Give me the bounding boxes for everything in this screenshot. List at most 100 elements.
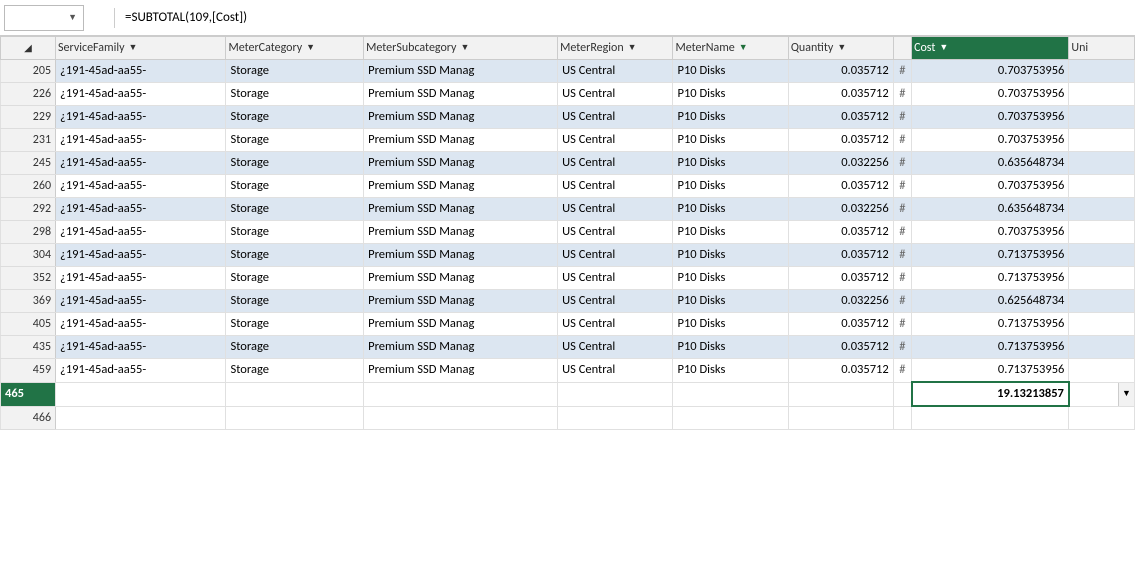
col-header-servicefamily[interactable]: ServiceFamily ▼ xyxy=(56,37,226,60)
cell-metername[interactable]: P10 Disks xyxy=(673,175,788,198)
name-box[interactable]: ▼ xyxy=(4,5,84,31)
cell-metercategory[interactable]: Storage xyxy=(226,60,364,83)
cell-quantity[interactable]: 0.035712 xyxy=(788,221,893,244)
cell-cost[interactable]: 0.713753956 xyxy=(912,336,1069,359)
cell-servicefamily[interactable]: ¿191-45ad-aa55- xyxy=(56,359,226,383)
cell-quantity[interactable]: 0.035712 xyxy=(788,359,893,383)
cell-cost[interactable]: 0.635648734 xyxy=(912,152,1069,175)
cell-metername[interactable]: P10 Disks xyxy=(673,313,788,336)
cell-metername[interactable]: P10 Disks xyxy=(673,267,788,290)
cell-metersubcategory[interactable]: Premium SSD Manag xyxy=(364,290,558,313)
col-header-metername[interactable]: MeterName ▼ xyxy=(673,37,788,60)
cell-servicefamily[interactable]: ¿191-45ad-aa55- xyxy=(56,152,226,175)
col-header-cost[interactable]: Cost ▼ xyxy=(912,37,1069,60)
cell-metersubcategory[interactable]: Premium SSD Manag xyxy=(364,198,558,221)
formula-input[interactable] xyxy=(121,5,1131,31)
cell-meterregion[interactable]: US Central xyxy=(558,198,673,221)
cell-metername[interactable]: P10 Disks xyxy=(673,152,788,175)
cell-meterregion[interactable]: US Central xyxy=(558,175,673,198)
cell-meterregion[interactable]: US Central xyxy=(558,152,673,175)
cell-subtotal-mn[interactable] xyxy=(673,382,788,406)
cell-meterregion[interactable]: US Central xyxy=(558,359,673,383)
cell-cost[interactable]: 0.703753956 xyxy=(912,60,1069,83)
cell-meterregion[interactable]: US Central xyxy=(558,336,673,359)
cell-quantity[interactable]: 0.035712 xyxy=(788,244,893,267)
filter-icon-metersubcategory[interactable]: ▼ xyxy=(460,37,469,59)
cell-subtotal-mr[interactable] xyxy=(558,382,673,406)
cell-metercategory[interactable]: Storage xyxy=(226,290,364,313)
cell-servicefamily[interactable]: ¿191-45ad-aa55- xyxy=(56,198,226,221)
cell-servicefamily[interactable]: ¿191-45ad-aa55- xyxy=(56,290,226,313)
cell-meterregion[interactable]: US Central xyxy=(558,290,673,313)
cell-metername[interactable]: P10 Disks xyxy=(673,359,788,383)
cell-metersubcategory[interactable]: Premium SSD Manag xyxy=(364,83,558,106)
cell-metercategory[interactable]: Storage xyxy=(226,83,364,106)
cell-servicefamily[interactable]: ¿191-45ad-aa55- xyxy=(56,267,226,290)
cell-servicefamily[interactable]: ¿191-45ad-aa55- xyxy=(56,83,226,106)
cell-subtotal-msc[interactable] xyxy=(364,382,558,406)
cell-metersubcategory[interactable]: Premium SSD Manag xyxy=(364,359,558,383)
filter-icon-metercategory[interactable]: ▼ xyxy=(306,37,315,59)
cell-metercategory[interactable]: Storage xyxy=(226,336,364,359)
cell-subtotal-cost[interactable]: 19.13213857 xyxy=(912,382,1069,406)
cell-metersubcategory[interactable]: Premium SSD Manag xyxy=(364,60,558,83)
cell-quantity[interactable]: 0.035712 xyxy=(788,267,893,290)
cell-subtotal-sf[interactable] xyxy=(56,382,226,406)
cell-metercategory[interactable]: Storage xyxy=(226,244,364,267)
cell-quantity[interactable]: 0.035712 xyxy=(788,175,893,198)
cell-meterregion[interactable]: US Central xyxy=(558,313,673,336)
cell-metername[interactable]: P10 Disks xyxy=(673,129,788,152)
cell-quantity[interactable]: 0.035712 xyxy=(788,106,893,129)
cell-servicefamily[interactable]: ¿191-45ad-aa55- xyxy=(56,313,226,336)
cell-cost[interactable]: 0.713753956 xyxy=(912,267,1069,290)
cell-466-mc[interactable] xyxy=(226,406,364,429)
cell-metercategory[interactable]: Storage xyxy=(226,359,364,383)
cell-quantity[interactable]: 0.035712 xyxy=(788,60,893,83)
cell-metername[interactable]: P10 Disks xyxy=(673,83,788,106)
cell-metercategory[interactable]: Storage xyxy=(226,175,364,198)
filter-icon-metername[interactable]: ▼ xyxy=(739,37,748,59)
cell-servicefamily[interactable]: ¿191-45ad-aa55- xyxy=(56,175,226,198)
col-header-metercategory[interactable]: MeterCategory ▼ xyxy=(226,37,364,60)
cell-cost[interactable]: 0.713753956 xyxy=(912,359,1069,383)
cell-quantity[interactable]: 0.032256 xyxy=(788,290,893,313)
cell-cost[interactable]: 0.703753956 xyxy=(912,83,1069,106)
cell-meterregion[interactable]: US Central xyxy=(558,221,673,244)
cell-metercategory[interactable]: Storage xyxy=(226,267,364,290)
cell-cost[interactable]: 0.703753956 xyxy=(912,106,1069,129)
cell-metercategory[interactable]: Storage xyxy=(226,106,364,129)
filter-icon-cost[interactable]: ▼ xyxy=(939,37,948,59)
cell-servicefamily[interactable]: ¿191-45ad-aa55- xyxy=(56,129,226,152)
cell-servicefamily[interactable]: ¿191-45ad-aa55- xyxy=(56,221,226,244)
cell-metername[interactable]: P10 Disks xyxy=(673,60,788,83)
cell-metername[interactable]: P10 Disks xyxy=(673,336,788,359)
filter-icon-quantity[interactable]: ▼ xyxy=(837,37,846,59)
col-header-meterregion[interactable]: MeterRegion ▼ xyxy=(558,37,673,60)
cell-metersubcategory[interactable]: Premium SSD Manag xyxy=(364,336,558,359)
cell-metersubcategory[interactable]: Premium SSD Manag xyxy=(364,244,558,267)
filter-icon-meterregion[interactable]: ▼ xyxy=(628,37,637,59)
cell-subtotal-qty[interactable] xyxy=(788,382,893,406)
col-header-quantity[interactable]: Quantity ▼ xyxy=(788,37,893,60)
col-header-metersubcategory[interactable]: MeterSubcategory ▼ xyxy=(364,37,558,60)
scroll-down-icon[interactable]: ▼ xyxy=(1118,383,1134,406)
cell-metersubcategory[interactable]: Premium SSD Manag xyxy=(364,175,558,198)
cell-466-cost[interactable] xyxy=(912,406,1069,429)
cell-quantity[interactable]: 0.035712 xyxy=(788,313,893,336)
cell-metersubcategory[interactable]: Premium SSD Manag xyxy=(364,267,558,290)
cell-meterregion[interactable]: US Central xyxy=(558,83,673,106)
cell-quantity[interactable]: 0.032256 xyxy=(788,198,893,221)
cell-metername[interactable]: P10 Disks xyxy=(673,244,788,267)
cell-466-mr[interactable] xyxy=(558,406,673,429)
cell-servicefamily[interactable]: ¿191-45ad-aa55- xyxy=(56,244,226,267)
cell-meterregion[interactable]: US Central xyxy=(558,129,673,152)
cell-metercategory[interactable]: Storage xyxy=(226,198,364,221)
cell-servicefamily[interactable]: ¿191-45ad-aa55- xyxy=(56,336,226,359)
cell-metername[interactable]: P10 Disks xyxy=(673,106,788,129)
cell-cost[interactable]: 0.713753956 xyxy=(912,244,1069,267)
cell-quantity[interactable]: 0.035712 xyxy=(788,336,893,359)
cell-cost[interactable]: 0.635648734 xyxy=(912,198,1069,221)
cell-metercategory[interactable]: Storage xyxy=(226,313,364,336)
cell-cost[interactable]: 0.713753956 xyxy=(912,313,1069,336)
cell-meterregion[interactable]: US Central xyxy=(558,106,673,129)
